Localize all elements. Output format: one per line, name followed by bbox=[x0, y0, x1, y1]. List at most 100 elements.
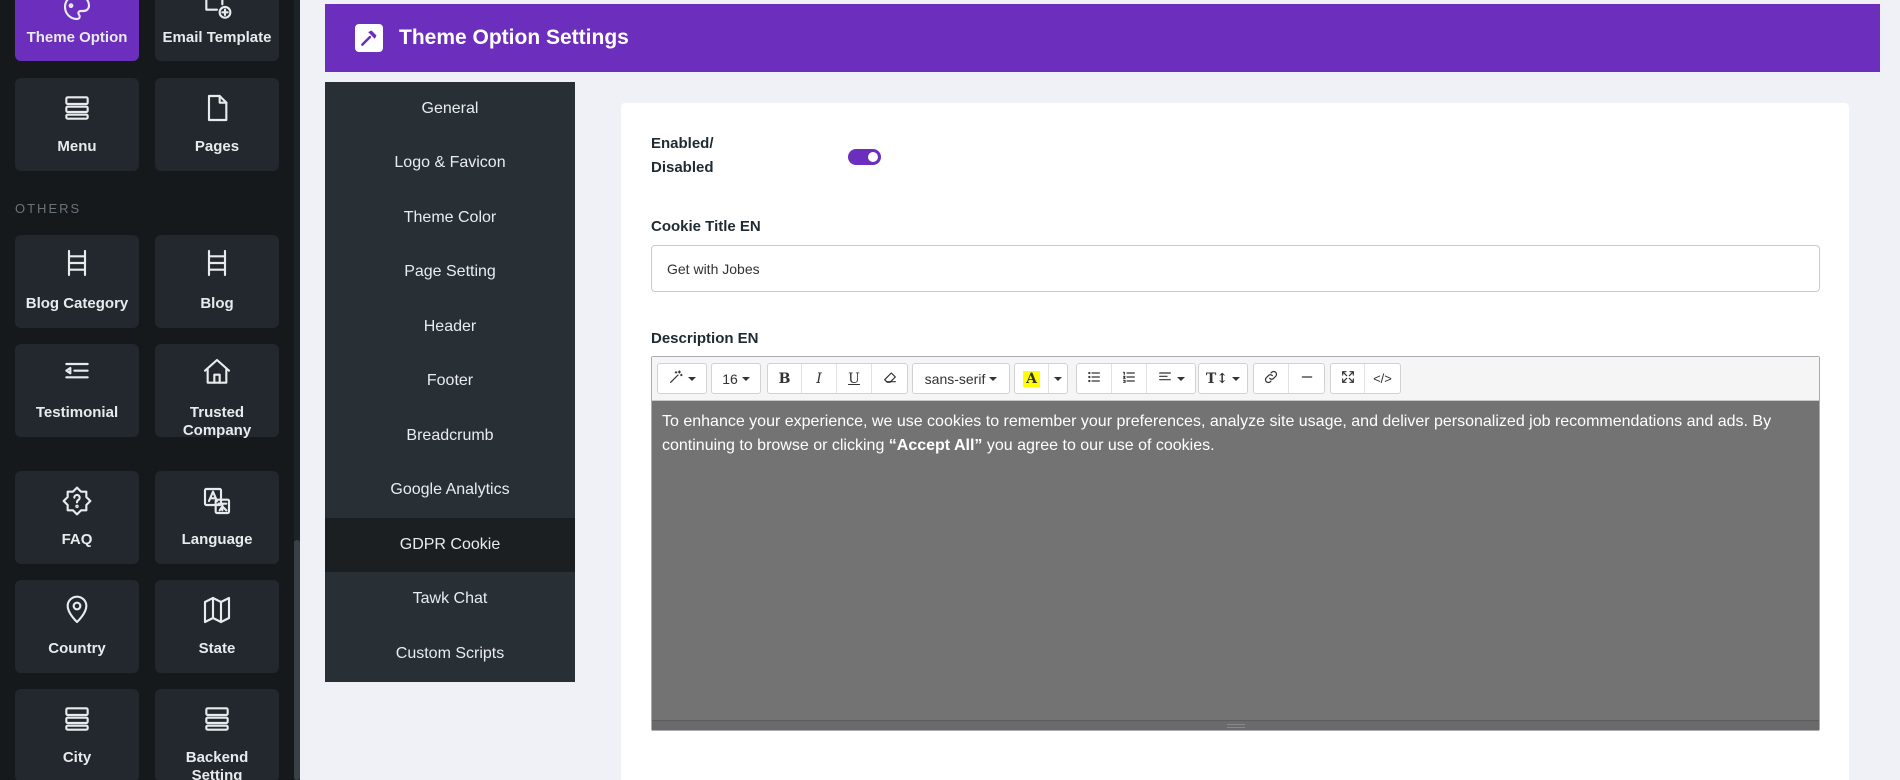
enabled-label: Enabled/ Disabled bbox=[651, 135, 714, 176]
sidebar-tile-label: Theme Option bbox=[26, 29, 128, 46]
sidebar-tile-label: Language bbox=[181, 531, 253, 548]
bold-button[interactable]: B bbox=[768, 364, 802, 393]
blog-category-icon bbox=[60, 246, 94, 280]
link-icon bbox=[1263, 369, 1279, 388]
menu-icon bbox=[60, 91, 94, 125]
font-size-dropdown[interactable]: 16 bbox=[712, 364, 760, 393]
settings-menu-item-general[interactable]: General bbox=[325, 82, 575, 136]
sidebar-tile-label: Backend Setting bbox=[185, 749, 249, 780]
sidebar-tile-blog[interactable]: Blog bbox=[155, 235, 279, 328]
description-label: Description EN bbox=[651, 330, 759, 347]
line-height-icon: T↕ bbox=[1205, 370, 1229, 387]
description-editor: 16 B I U sans-serif A T↕ </> To enhance … bbox=[651, 356, 1820, 731]
sidebar-tile-label: Blog Category bbox=[25, 295, 129, 312]
settings-menu-item-theme-color[interactable]: Theme Color bbox=[325, 191, 575, 245]
editor-resize-handle[interactable] bbox=[652, 720, 1819, 730]
sidebar-tile-pages[interactable]: Pages bbox=[155, 78, 279, 171]
text-color-button[interactable]: A bbox=[1015, 364, 1049, 393]
sidebar-tile-city[interactable]: City bbox=[15, 689, 139, 780]
magic-wand-icon bbox=[668, 369, 684, 388]
magic-style-button[interactable] bbox=[658, 364, 706, 393]
map-icon bbox=[200, 593, 234, 627]
settings-menu-item-gdpr-cookie[interactable]: GDPR Cookie bbox=[325, 518, 575, 572]
editor-text-bold: “Accept All” bbox=[888, 437, 983, 454]
settings-menu-item-footer[interactable]: Footer bbox=[325, 354, 575, 408]
editor-toolbar: 16 B I U sans-serif A T↕ </> bbox=[652, 357, 1819, 401]
sidebar-tile-trusted-company[interactable]: Trusted Company bbox=[155, 344, 279, 439]
sidebar-tile-blog-category[interactable]: Blog Category bbox=[15, 235, 139, 328]
page-icon bbox=[200, 91, 234, 125]
code-view-button[interactable]: </> bbox=[1365, 364, 1400, 393]
underline-button[interactable]: U bbox=[837, 364, 872, 393]
settings-menu-item-header[interactable]: Header bbox=[325, 300, 575, 354]
sidebar-tile-language[interactable]: Language bbox=[155, 471, 279, 564]
paragraph-align-dropdown[interactable] bbox=[1147, 364, 1195, 393]
sidebar-tile-email-template[interactable]: Email Template bbox=[155, 0, 279, 61]
clear-format-button[interactable] bbox=[872, 364, 907, 393]
settings-menu-item-custom-scripts[interactable]: Custom Scripts bbox=[325, 627, 575, 681]
faq-icon bbox=[60, 484, 94, 518]
horizontal-rule-button[interactable] bbox=[1289, 364, 1324, 393]
sidebar-tile-faq[interactable]: FAQ bbox=[15, 471, 139, 564]
cookie-title-input[interactable] bbox=[651, 245, 1820, 292]
email-template-icon bbox=[200, 0, 234, 24]
resize-grip-icon bbox=[1226, 724, 1245, 728]
settings-menu-item-logo-favicon[interactable]: Logo & Favicon bbox=[325, 136, 575, 190]
sidebar-tile-label: FAQ bbox=[61, 531, 93, 548]
unordered-list-button[interactable] bbox=[1077, 364, 1112, 393]
text-color-icon: A bbox=[1023, 370, 1040, 387]
line-height-dropdown[interactable]: T↕ bbox=[1199, 364, 1247, 393]
sidebar-tile-theme-option[interactable]: Theme Option bbox=[15, 0, 139, 61]
testimonial-icon bbox=[60, 355, 94, 389]
language-icon bbox=[200, 484, 234, 518]
settings-menu: General Logo & Favicon Theme Color Page … bbox=[325, 82, 575, 682]
fullscreen-button[interactable] bbox=[1331, 364, 1365, 393]
underline-icon: U bbox=[848, 370, 860, 387]
settings-menu-item-tawk-chat[interactable]: Tawk Chat bbox=[325, 572, 575, 626]
map-pin-icon bbox=[60, 593, 94, 627]
ordered-list-button[interactable] bbox=[1112, 364, 1147, 393]
font-family-dropdown[interactable]: sans-serif bbox=[913, 364, 1009, 393]
sidebar-tile-menu[interactable]: Menu bbox=[15, 78, 139, 171]
italic-button[interactable]: I bbox=[802, 364, 837, 393]
eraser-icon bbox=[882, 369, 898, 388]
sidebar-tile-label: Pages bbox=[194, 138, 240, 155]
text-color-dropdown[interactable] bbox=[1049, 364, 1067, 393]
sidebar-tile-state[interactable]: State bbox=[155, 580, 279, 673]
sidebar-tile-testimonial[interactable]: Testimonial bbox=[15, 344, 139, 437]
sidebar-tile-label: Trusted Company bbox=[182, 404, 252, 439]
editor-text-after: you agree to our use of cookies. bbox=[982, 437, 1215, 454]
page-header: Theme Option Settings bbox=[325, 4, 1880, 72]
page-title: Theme Option Settings bbox=[399, 26, 629, 49]
sidebar-tile-label: Blog bbox=[200, 295, 234, 312]
enabled-toggle[interactable] bbox=[848, 149, 881, 165]
home-icon bbox=[200, 355, 234, 389]
font-size-value: 16 bbox=[722, 370, 738, 387]
font-family-value: sans-serif bbox=[924, 370, 986, 387]
sidebar-tile-label: Country bbox=[48, 640, 106, 657]
blog-icon bbox=[200, 246, 234, 280]
city-icon bbox=[60, 702, 94, 736]
settings-menu-item-page-setting[interactable]: Page Setting bbox=[325, 245, 575, 299]
sidebar-tile-label: State bbox=[198, 640, 236, 657]
minus-icon bbox=[1299, 369, 1315, 388]
settings-menu-item-breadcrumb[interactable]: Breadcrumb bbox=[325, 409, 575, 463]
sidebar-scrollbar-thumb[interactable] bbox=[294, 540, 300, 780]
server-icon bbox=[200, 702, 234, 736]
sidebar-section-label: OTHERS bbox=[15, 201, 82, 216]
sidebar-tile-country[interactable]: Country bbox=[15, 580, 139, 673]
sidebar: Theme Option Email Template Menu Pages O… bbox=[0, 0, 294, 780]
insert-link-button[interactable] bbox=[1254, 364, 1289, 393]
editor-content[interactable]: To enhance your experience, we use cooki… bbox=[652, 401, 1819, 722]
bold-icon: B bbox=[778, 370, 791, 387]
code-icon: </> bbox=[1373, 371, 1392, 386]
sidebar-tile-label: Testimonial bbox=[35, 404, 119, 421]
expand-icon bbox=[1340, 369, 1356, 388]
sidebar-tile-label: City bbox=[62, 749, 92, 766]
sidebar-tile-backend-setting[interactable]: Backend Setting bbox=[155, 689, 279, 780]
ordered-list-icon bbox=[1121, 369, 1137, 388]
list-icon bbox=[1086, 369, 1102, 388]
cookie-title-label: Cookie Title EN bbox=[651, 218, 761, 235]
align-left-icon bbox=[1157, 369, 1173, 388]
settings-menu-item-google-analytics[interactable]: Google Analytics bbox=[325, 463, 575, 517]
